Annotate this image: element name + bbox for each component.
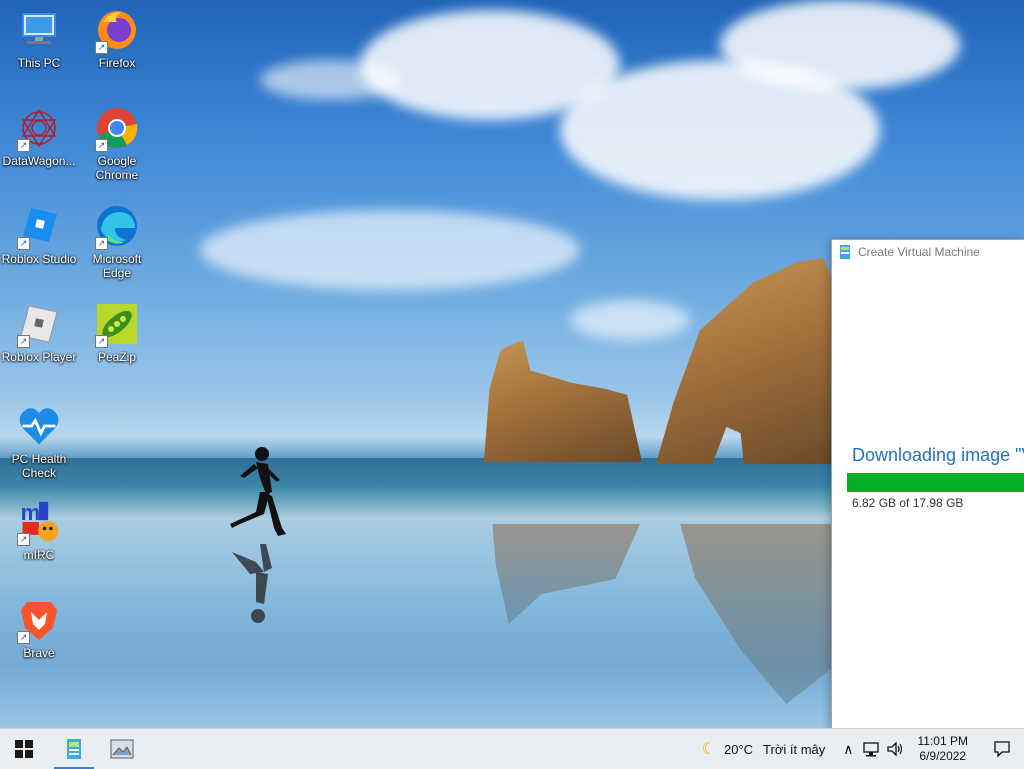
image-viewer-icon	[110, 739, 134, 759]
runner-silhouette	[230, 447, 286, 623]
desktop-icon-firefox[interactable]: ↗ Firefox	[78, 8, 156, 98]
notification-button[interactable]	[980, 729, 1024, 769]
window-title: Create Virtual Machine	[858, 245, 980, 259]
this-pc-icon	[22, 13, 56, 44]
download-progress-fill	[847, 473, 1024, 492]
chevron-up-icon[interactable]: ∧	[843, 741, 853, 758]
shortcut-arrow-icon: ↗	[17, 335, 30, 348]
cloud	[200, 210, 580, 290]
cloud	[570, 300, 690, 340]
desktop-icon-roblox-player[interactable]: ↗ Roblox Player	[0, 302, 78, 392]
download-progress-text: 6.82 GB of 17.98 GB	[852, 496, 964, 510]
clock-time: 11:01 PM	[917, 734, 968, 748]
shortcut-arrow-icon: ↗	[95, 41, 108, 54]
desktop-icon-this-pc[interactable]: This PC	[0, 8, 78, 98]
cloud	[260, 60, 400, 100]
taskbar: ☾ 20°C Trời ít mây ∧ 11:01 PM 6/9/2022	[0, 728, 1024, 769]
shortcut-arrow-icon: ↗	[95, 237, 108, 250]
shortcut-arrow-icon: ↗	[17, 139, 30, 152]
download-progress-bar	[847, 473, 1024, 492]
system-tray: ☾ 20°C Trời ít mây ∧ 11:01 PM 6/9/2022	[702, 729, 1024, 769]
windows-start-icon	[15, 740, 33, 758]
cloud	[720, 0, 960, 90]
weather-condition: Trời ít mây	[763, 741, 826, 757]
notification-icon	[994, 741, 1010, 758]
desktop-icon-pc-health-check[interactable]: PC Health Check	[0, 404, 78, 494]
create-vm-window[interactable]: Create Virtual Machine Downloading image…	[831, 239, 1024, 728]
desktop-icon-google-chrome[interactable]: ↗ Google Chrome	[78, 106, 156, 196]
taskbar-app-image-viewer[interactable]	[98, 729, 146, 769]
network-icon[interactable]	[862, 741, 880, 757]
vm-app-icon	[67, 739, 81, 759]
rock-right	[656, 258, 832, 464]
shortcut-arrow-icon: ↗	[95, 335, 108, 348]
shortcut-arrow-icon: ↗	[95, 139, 108, 152]
desktop-icon-microsoft-edge[interactable]: ↗ Microsoft Edge	[78, 204, 156, 294]
clock[interactable]: 11:01 PM 6/9/2022	[918, 734, 968, 764]
start-button[interactable]	[0, 729, 48, 769]
download-heading: Downloading image "V	[852, 445, 1024, 465]
shortcut-arrow-icon: ↗	[17, 533, 30, 546]
desktop-icon-datawagon[interactable]: ↗ DataWagon...	[0, 106, 78, 196]
shortcut-arrow-icon: ↗	[17, 237, 30, 250]
taskbar-app-vm[interactable]	[50, 729, 98, 769]
vm-app-icon	[840, 245, 850, 259]
desktop: This PC ↗ Firefox ↗ DataWagon... ↗ Googl…	[0, 0, 1024, 728]
desktop-icon-brave[interactable]: ↗ Brave	[0, 598, 78, 688]
window-titlebar[interactable]: Create Virtual Machine	[832, 240, 1024, 264]
desktop-icon-peazip[interactable]: ↗ PeaZip	[78, 302, 156, 392]
volume-icon[interactable]	[886, 741, 904, 757]
desktop-icon-mirc[interactable]: m ↗ mIRC	[0, 500, 78, 590]
weather-widget[interactable]: ☾ 20°C Trời ít mây	[702, 739, 826, 759]
shortcut-arrow-icon: ↗	[17, 631, 30, 644]
weather-temp: 20°C	[724, 741, 754, 757]
desktop-icon-roblox-studio[interactable]: ↗ Roblox Studio	[0, 204, 78, 294]
rock-left	[483, 340, 642, 462]
pc-health-check-icon	[19, 408, 59, 445]
svg-text:m: m	[21, 500, 41, 525]
moon-icon: ☾	[701, 741, 716, 758]
clock-date: 6/9/2022	[919, 749, 967, 763]
